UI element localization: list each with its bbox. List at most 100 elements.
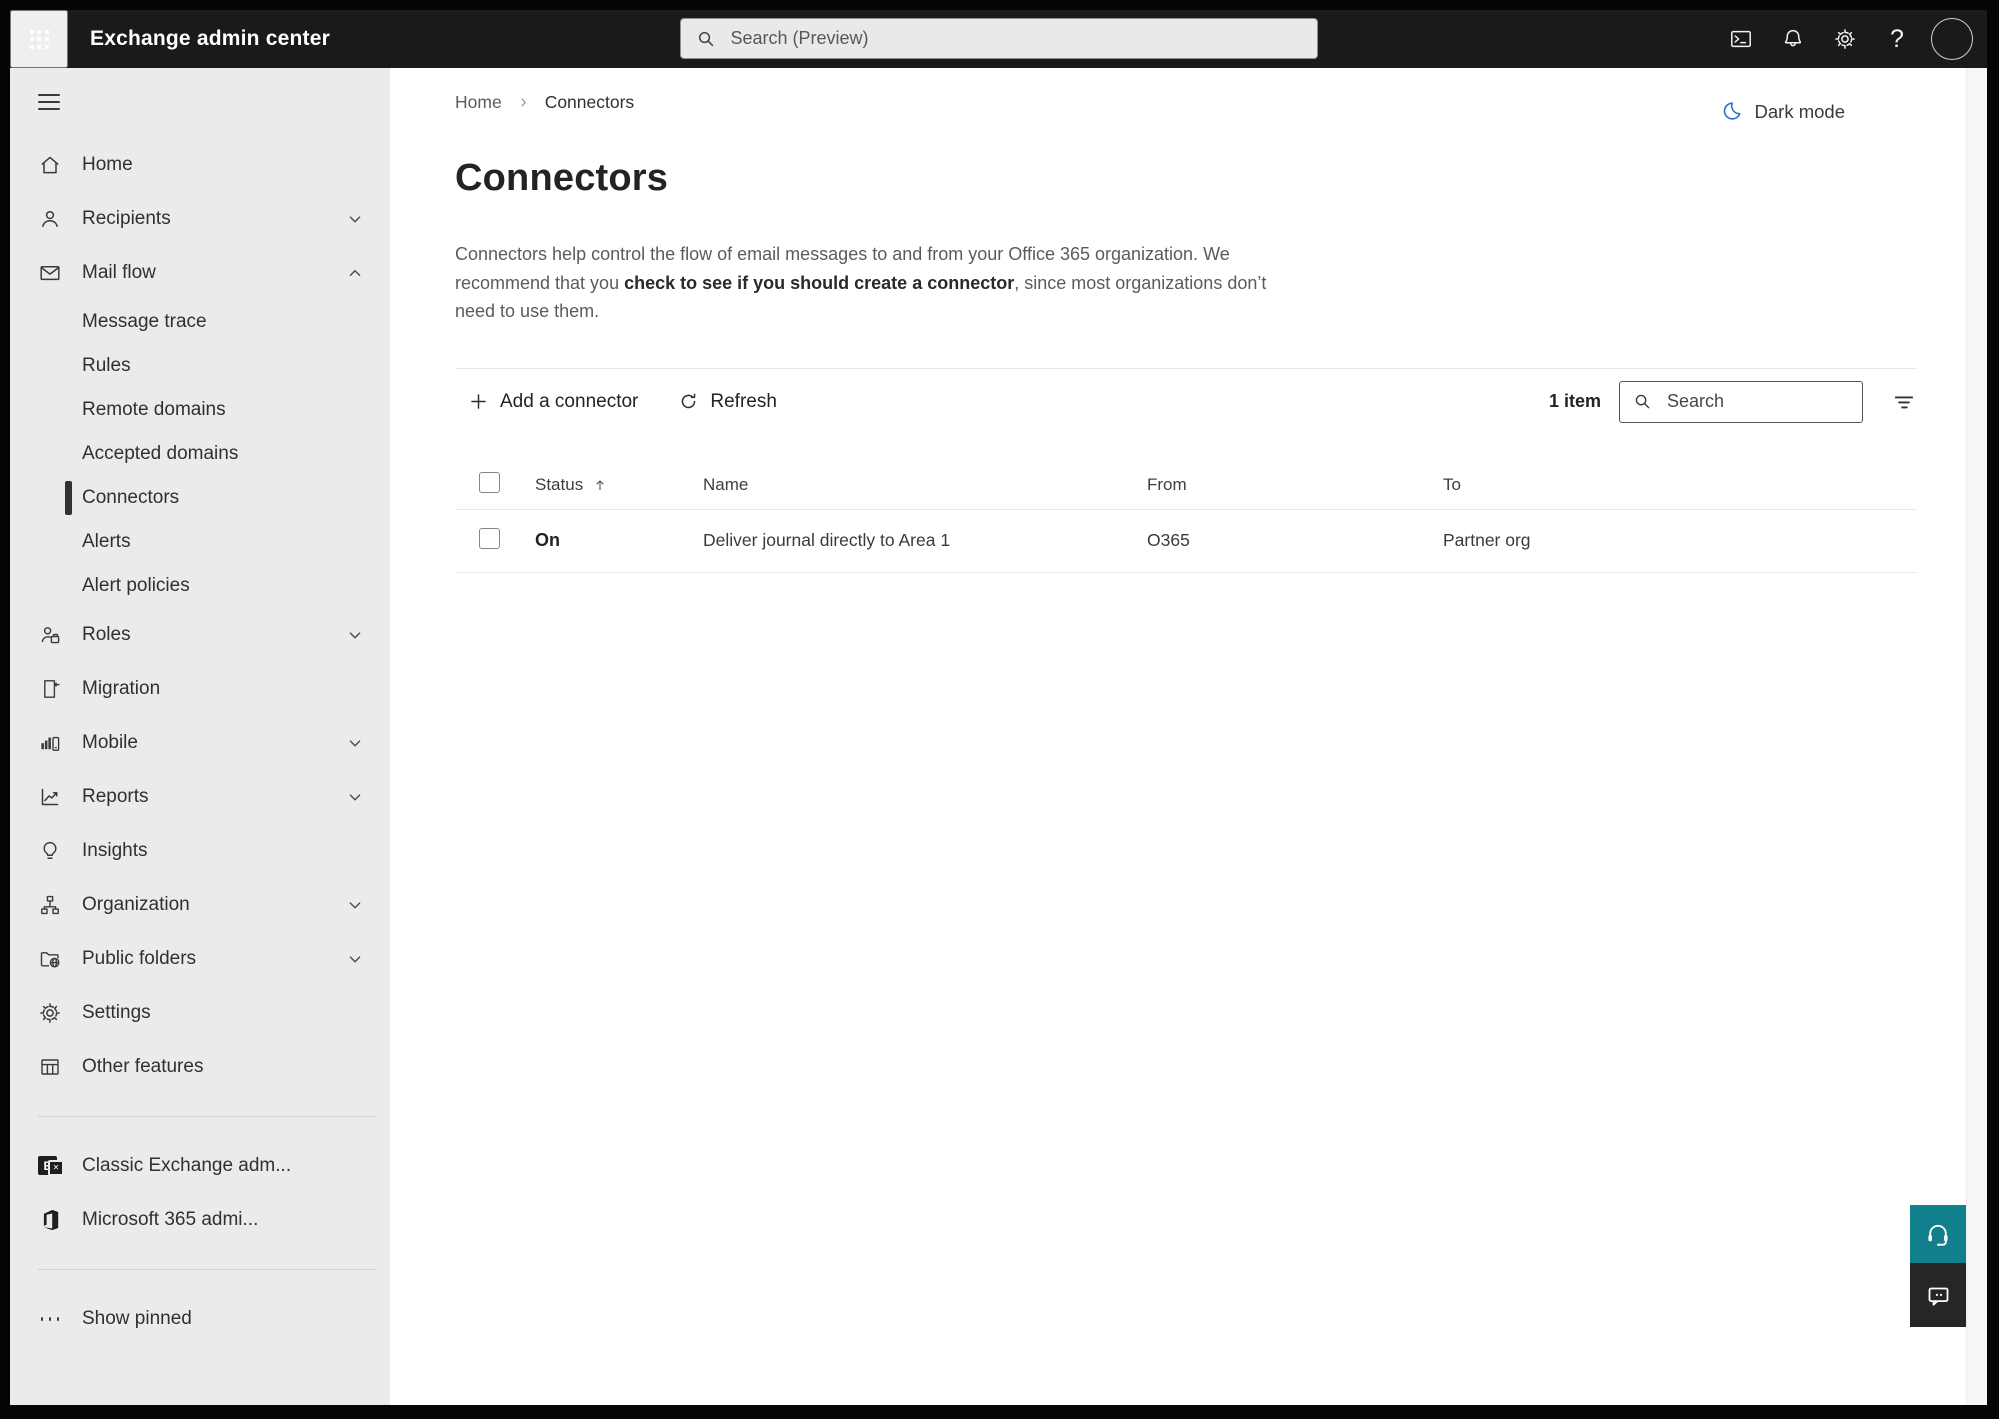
column-header-from[interactable]: From — [1147, 475, 1443, 495]
sidebar-item-migration[interactable]: Migration — [10, 662, 390, 716]
public-folders-icon — [38, 947, 62, 971]
list-search-input[interactable] — [1665, 390, 1850, 413]
sidebar-item-reports[interactable]: Reports — [10, 770, 390, 824]
exchange-admin-center-window: Exchange admin center ? Home Recipients — [10, 10, 1987, 1405]
insights-icon — [38, 839, 62, 863]
app-launcher-button[interactable] — [10, 10, 68, 68]
organization-icon — [38, 893, 62, 917]
sidebar-item-home[interactable]: Home — [10, 138, 390, 192]
migration-icon — [38, 677, 62, 701]
feedback-button[interactable] — [1910, 1263, 1966, 1327]
column-header-to[interactable]: To — [1443, 475, 1917, 495]
toolbar-right: 1 item — [1549, 380, 1917, 423]
collapse-sidebar-button[interactable] — [38, 94, 60, 110]
roles-icon — [38, 623, 62, 647]
refresh-button[interactable]: Refresh — [678, 391, 777, 413]
sidebar-nav: Home Recipients Mail flow Message trace … — [10, 138, 390, 1094]
sidebar-item-public-folders[interactable]: Public folders — [10, 932, 390, 986]
sidebar-item-alert-policies[interactable]: Alert policies — [10, 564, 390, 608]
mail-icon — [38, 261, 62, 285]
scrollbar-track — [1966, 68, 1987, 1405]
sidebar-item-roles[interactable]: Roles — [10, 608, 390, 662]
chevron-down-icon — [344, 208, 366, 230]
global-search-input[interactable] — [728, 27, 1303, 50]
other-features-icon — [38, 1055, 62, 1079]
add-connector-button[interactable]: Add a connector — [468, 391, 638, 413]
notifications-button[interactable] — [1767, 10, 1819, 68]
row-checkbox[interactable] — [479, 527, 500, 549]
floating-buttons — [1910, 1205, 1966, 1327]
top-bar-actions: ? — [1715, 10, 1977, 68]
headset-icon — [1924, 1220, 1952, 1248]
ellipsis-icon — [38, 1307, 62, 1331]
filter-button[interactable] — [1891, 389, 1917, 415]
table-header-row: Status Name From To — [455, 461, 1917, 510]
app-title: Exchange admin center — [90, 27, 330, 50]
search-icon — [1632, 391, 1653, 412]
connectors-table: Status Name From To On Deliver journal d… — [455, 461, 1917, 573]
chevron-down-icon — [344, 786, 366, 808]
chevron-up-icon — [344, 262, 366, 284]
mobile-icon — [38, 731, 62, 755]
gear-icon — [38, 1001, 62, 1025]
list-search-box — [1619, 380, 1863, 423]
sidebar-item-rules[interactable]: Rules — [10, 344, 390, 388]
table-row[interactable]: On Deliver journal directly to Area 1 O3… — [455, 510, 1917, 573]
terminal-icon — [1729, 27, 1753, 51]
create-connector-check-link[interactable]: check to see if you should create a conn… — [624, 273, 1014, 293]
settings-button[interactable] — [1819, 10, 1871, 68]
column-header-status[interactable]: Status — [535, 475, 703, 495]
sidebar-item-accepted-domains[interactable]: Accepted domains — [10, 432, 390, 476]
dark-mode-toggle[interactable]: Dark mode — [1720, 100, 1845, 123]
sidebar-item-mobile[interactable]: Mobile — [10, 716, 390, 770]
account-avatar[interactable] — [1931, 18, 1973, 60]
sidebar-item-other-features[interactable]: Other features — [10, 1040, 390, 1094]
home-icon — [38, 153, 62, 177]
sidebar-item-microsoft-365-admin[interactable]: Microsoft 365 admi... — [10, 1193, 390, 1247]
sidebar-divider — [38, 1269, 376, 1270]
sidebar-item-settings[interactable]: Settings — [10, 986, 390, 1040]
sidebar-item-insights[interactable]: Insights — [10, 824, 390, 878]
reports-icon — [38, 785, 62, 809]
sidebar: Home Recipients Mail flow Message trace … — [10, 68, 390, 1405]
page-description: Connectors help control the flow of emai… — [455, 240, 1307, 326]
sidebar-item-recipients[interactable]: Recipients — [10, 192, 390, 246]
list-toolbar: Add a connector Refresh 1 item — [455, 369, 1917, 435]
breadcrumb: Home Connectors — [455, 92, 1917, 113]
row-status: On — [535, 530, 560, 550]
person-icon — [38, 207, 62, 231]
column-header-name[interactable]: Name — [703, 475, 1147, 495]
sort-ascending-icon — [592, 477, 608, 493]
breadcrumb-current: Connectors — [544, 92, 635, 112]
sidebar-item-organization[interactable]: Organization — [10, 878, 390, 932]
refresh-icon — [678, 391, 699, 412]
sidebar-item-classic-exchange-admin[interactable]: E ✕ Classic Exchange adm... — [10, 1139, 390, 1193]
app-launcher-icon — [29, 29, 49, 49]
dark-mode-label: Dark mode — [1754, 100, 1845, 122]
sidebar-item-message-trace[interactable]: Message trace — [10, 300, 390, 344]
show-pinned-button[interactable]: Show pinned — [10, 1292, 390, 1346]
chevron-down-icon — [344, 948, 366, 970]
chevron-down-icon — [344, 624, 366, 646]
main-content: Home Connectors Dark mode Connectors Con… — [390, 68, 1967, 1405]
help-button[interactable]: ? — [1871, 10, 1923, 68]
search-icon — [695, 28, 717, 50]
sidebar-item-mail-flow[interactable]: Mail flow — [10, 246, 390, 300]
support-button[interactable] — [1910, 1205, 1966, 1263]
classic-exchange-icon: E ✕ — [38, 1154, 64, 1178]
row-to: Partner org — [1443, 530, 1531, 550]
page-title: Connectors — [455, 157, 669, 199]
bell-icon — [1781, 27, 1805, 51]
sidebar-divider — [38, 1116, 376, 1117]
sidebar-item-remote-domains[interactable]: Remote domains — [10, 388, 390, 432]
chevron-down-icon — [344, 732, 366, 754]
terminal-button[interactable] — [1715, 10, 1767, 68]
microsoft-365-icon — [38, 1208, 62, 1232]
gear-icon — [1833, 27, 1857, 51]
moon-icon — [1720, 100, 1743, 123]
sidebar-item-connectors[interactable]: Connectors — [10, 476, 390, 520]
chat-bubble-icon — [1925, 1282, 1952, 1309]
sidebar-item-alerts[interactable]: Alerts — [10, 520, 390, 564]
select-all-checkbox[interactable] — [479, 471, 500, 493]
breadcrumb-home-link[interactable]: Home — [455, 92, 502, 113]
